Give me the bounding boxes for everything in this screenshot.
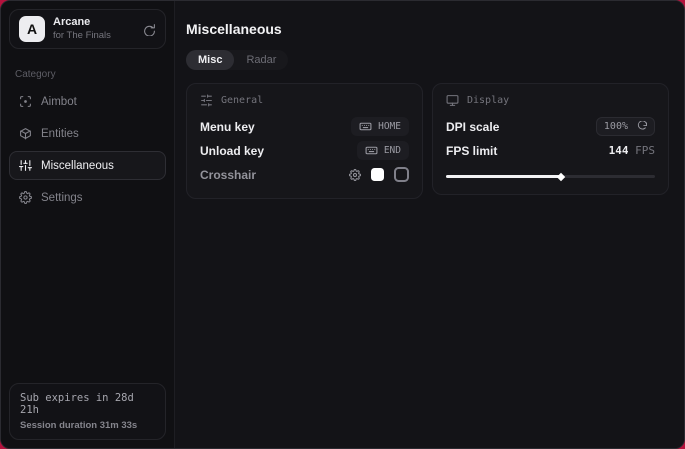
dpi-scale-value: 100% — [604, 121, 628, 132]
page-title: Miscellaneous — [186, 21, 669, 37]
sidebar-item-label: Settings — [41, 192, 83, 204]
sidebar-item-miscellaneous[interactable]: Miscellaneous — [9, 151, 166, 180]
tab-misc[interactable]: Misc — [186, 50, 234, 70]
rotate-icon — [636, 121, 647, 132]
sidebar-nav: Aimbot Entities Miscellaneous — [1, 87, 174, 212]
menu-key-label: Menu key — [200, 120, 255, 134]
crosshair-settings-gear-icon[interactable] — [349, 169, 361, 181]
session-duration-text: Session duration 31m 33s — [20, 420, 155, 431]
fps-limit-value: 144 FPS — [609, 144, 655, 157]
dpi-scale-button[interactable]: 100% — [596, 117, 655, 136]
sidebar-item-entities[interactable]: Entities — [9, 119, 166, 148]
sidebar-item-label: Miscellaneous — [41, 160, 114, 172]
sidebar-item-label: Entities — [41, 128, 79, 140]
slider-fill — [446, 175, 561, 178]
category-label: Category — [15, 69, 160, 80]
dpi-scale-label: DPI scale — [446, 120, 499, 134]
display-card-header: Display — [446, 94, 655, 107]
monitor-icon — [446, 94, 459, 107]
unload-key-row: Unload key END — [200, 139, 409, 162]
general-card: General Menu key HOME Unload key — [186, 83, 423, 199]
keyboard-icon — [365, 144, 378, 157]
fps-unit: FPS — [629, 144, 656, 157]
fps-number: 144 — [609, 144, 629, 157]
subscription-info-card: Sub expires in 28d 21h Session duration … — [9, 383, 166, 440]
app-window: A Arcane for The Finals Category Aimbot — [0, 0, 685, 449]
crosshair-scan-icon — [19, 95, 32, 108]
unload-key-bind-button[interactable]: END — [357, 141, 409, 160]
tab-radar[interactable]: Radar — [234, 50, 288, 70]
menu-key-bind-button[interactable]: HOME — [351, 117, 409, 136]
sidebar-item-aimbot[interactable]: Aimbot — [9, 87, 166, 116]
brand-title: Arcane — [53, 16, 135, 30]
sidebar-item-settings[interactable]: Settings — [9, 183, 166, 212]
fps-limit-row: FPS limit 144 FPS — [446, 139, 655, 162]
cards-row: General Menu key HOME Unload key — [186, 83, 669, 199]
unload-key-value: END — [384, 145, 401, 156]
menu-key-value: HOME — [378, 121, 401, 132]
sub-expiry-text: Sub expires in 28d 21h — [20, 392, 155, 416]
general-card-header: General — [200, 94, 409, 107]
slider-thumb[interactable] — [557, 172, 565, 180]
main-content: Miscellaneous Misc Radar General Menu ke… — [175, 1, 684, 448]
sidebar-item-label: Aimbot — [41, 96, 77, 108]
crosshair-checkbox[interactable] — [394, 167, 409, 182]
sliders-horizontal-icon — [200, 94, 213, 107]
refresh-icon[interactable] — [143, 23, 156, 36]
keyboard-icon — [359, 120, 372, 133]
unload-key-label: Unload key — [200, 144, 264, 158]
crosshair-color-swatch[interactable] — [371, 168, 384, 181]
display-card-title: Display — [467, 95, 509, 106]
fps-limit-label: FPS limit — [446, 144, 497, 158]
menu-key-row: Menu key HOME — [200, 115, 409, 138]
brand-subtitle: for The Finals — [53, 30, 135, 42]
gear-icon — [19, 191, 32, 204]
general-card-title: General — [221, 95, 263, 106]
brand-logo: A — [19, 16, 45, 42]
cube-icon — [19, 127, 32, 140]
sliders-icon — [19, 159, 32, 172]
display-card: Display DPI scale 100% FPS limit — [432, 83, 669, 195]
crosshair-label: Crosshair — [200, 168, 256, 182]
fps-limit-slider[interactable] — [446, 170, 655, 182]
brand-text: Arcane for The Finals — [53, 16, 135, 42]
tab-bar: Misc Radar — [186, 50, 288, 70]
sidebar: A Arcane for The Finals Category Aimbot — [1, 1, 175, 448]
crosshair-row: Crosshair — [200, 163, 409, 186]
brand-card: A Arcane for The Finals — [9, 9, 166, 49]
crosshair-controls — [349, 167, 409, 182]
dpi-scale-row: DPI scale 100% — [446, 115, 655, 138]
